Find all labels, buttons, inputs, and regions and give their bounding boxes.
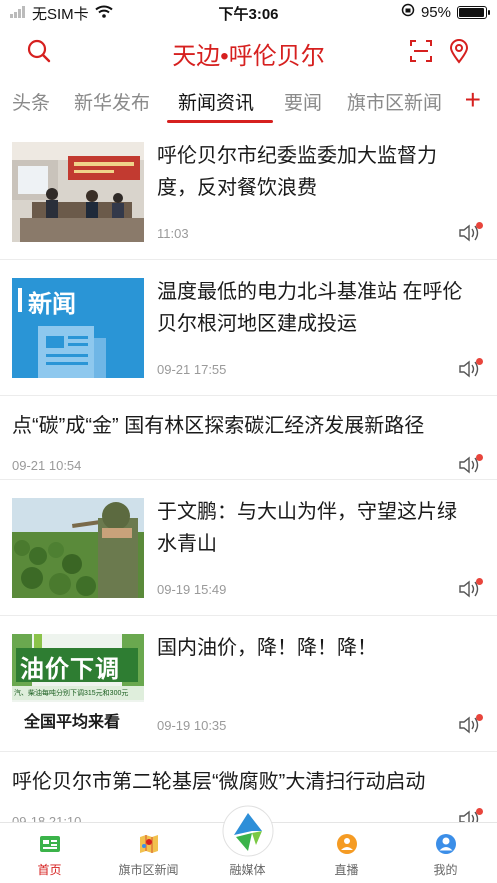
live-icon (336, 833, 358, 855)
news-title-line: 温度最低的电力北斗基准站 在呼伦 (157, 281, 463, 303)
tab-district-news[interactable]: 旗市区新闻 (347, 88, 442, 115)
news-item[interactable]: 于文鹏：与大山为伴，守望这片绿 水青山 09-19 15:49 (0, 480, 497, 616)
tabbar-profile[interactable]: 我的 (396, 823, 495, 883)
add-channel-icon[interactable]: + (465, 86, 481, 114)
thumbnail-label: 新闻 (28, 291, 76, 318)
map-icon (138, 833, 160, 855)
scan-icon[interactable] (408, 38, 434, 64)
news-title-line: 贝尔根河地区建成投运 (157, 313, 357, 335)
tab-major-news[interactable]: 要闻 (284, 88, 322, 115)
unread-dot (476, 808, 483, 815)
news-thumbnail: 新闻 (12, 278, 144, 378)
news-title: 呼伦贝尔市第二轮基层“微腐败”大清扫行动启动 (12, 771, 426, 793)
battery-fill (459, 7, 484, 17)
unread-dot (476, 222, 483, 229)
news-title: 温度最低的电力北斗基准站 在呼伦 贝尔根河地区建成投运 (157, 276, 487, 340)
tabbar-live[interactable]: 直播 (297, 823, 396, 883)
unread-dot (476, 358, 483, 365)
news-item[interactable]: 油价下调 汽、柴油每吨分别下调315元和300元 全国平均来看 国内油价，降！降… (0, 616, 497, 752)
status-bar: 无SIM卡 下午3:06 95% (0, 0, 497, 26)
news-item[interactable]: 点“碳”成“金” 国有林区探索碳汇经济发展新路径 09-21 10:54 (0, 396, 497, 480)
news-title-line: 度，反对餐饮浪费 (157, 177, 317, 199)
news-time: 09-19 15:49 (157, 582, 227, 597)
tabbar-label: 融媒体 (229, 863, 266, 877)
thumbnail-subtitle: 汽、柴油每吨分别下调315元和300元 (14, 690, 129, 697)
news-time: 09-21 10:54 (12, 458, 82, 473)
speaker-icon[interactable] (457, 358, 483, 380)
tabbar-home[interactable]: 首页 (0, 823, 99, 883)
speaker-icon[interactable] (457, 454, 483, 476)
news-title: 国内油价，降！降！降！ (157, 637, 377, 659)
speaker-icon[interactable] (457, 714, 483, 736)
news-time: 09-21 17:55 (157, 362, 227, 377)
news-title-line: 于文鹏：与大山为伴，守望这片绿 (157, 501, 457, 523)
tabbar-label: 旗市区新闻 (118, 863, 179, 877)
unread-dot (476, 714, 483, 721)
news-title: 呼伦贝尔市纪委监委加大监督力 度，反对餐饮浪费 (157, 140, 477, 204)
news-thumbnail (12, 142, 144, 242)
speaker-icon[interactable] (457, 222, 483, 244)
news-title-line: 水青山 (157, 533, 217, 555)
tab-news-info[interactable]: 新闻资讯 (178, 88, 254, 115)
thumbnail-label: 油价下调 (20, 656, 120, 683)
channel-tabs: 头条 新华发布 新闻资讯 要闻 旗市区新闻 + (0, 80, 497, 124)
battery-icon (457, 5, 490, 19)
news-time: 09-19 10:35 (157, 718, 227, 733)
news-thumbnail (12, 498, 144, 598)
battery-percent: 95% (420, 3, 451, 21)
tab-xinhua[interactable]: 新华发布 (74, 88, 150, 115)
news-time: 11:03 (157, 226, 189, 241)
news-item[interactable]: 新闻 温度最低的电力北斗基准站 在呼伦 贝尔根河地区建成投运 09-21 17:… (0, 260, 497, 396)
media-logo-icon (222, 805, 274, 857)
news-title: 点“碳”成“金” 国有林区探索碳汇经济发展新路径 (12, 415, 425, 437)
tabbar-label: 首页 (37, 863, 62, 877)
orientation-lock-icon (401, 3, 415, 21)
news-thumbnail: 油价下调 汽、柴油每吨分别下调315元和300元 全国平均来看 (12, 634, 144, 734)
profile-icon (435, 833, 457, 855)
location-pin-icon[interactable] (446, 38, 472, 64)
speaker-icon[interactable] (457, 578, 483, 600)
tab-headlines[interactable]: 头条 (12, 88, 50, 115)
home-icon (39, 833, 61, 855)
news-title: 于文鹏：与大山为伴，守望这片绿 水青山 (157, 496, 477, 560)
bottom-tab-bar: 首页 旗市区新闻 融媒体 直播 我的 (0, 805, 497, 883)
app-header: 天边•呼伦贝尔 (0, 26, 497, 76)
news-item[interactable]: 呼伦贝尔市纪委监委加大监督力 度，反对餐饮浪费 11:03 (0, 124, 497, 260)
tabbar-label: 我的 (433, 863, 458, 877)
tabbar-label: 直播 (334, 863, 359, 877)
tabbar-media[interactable]: 融媒体 (198, 805, 297, 883)
unread-dot (476, 578, 483, 585)
tabbar-district-news[interactable]: 旗市区新闻 (99, 823, 198, 883)
unread-dot (476, 454, 483, 461)
active-tab-indicator (167, 120, 273, 123)
news-title-line: 呼伦贝尔市纪委监委加大监督力 (157, 145, 437, 167)
thumbnail-bottom-text: 全国平均来看 (24, 714, 121, 731)
